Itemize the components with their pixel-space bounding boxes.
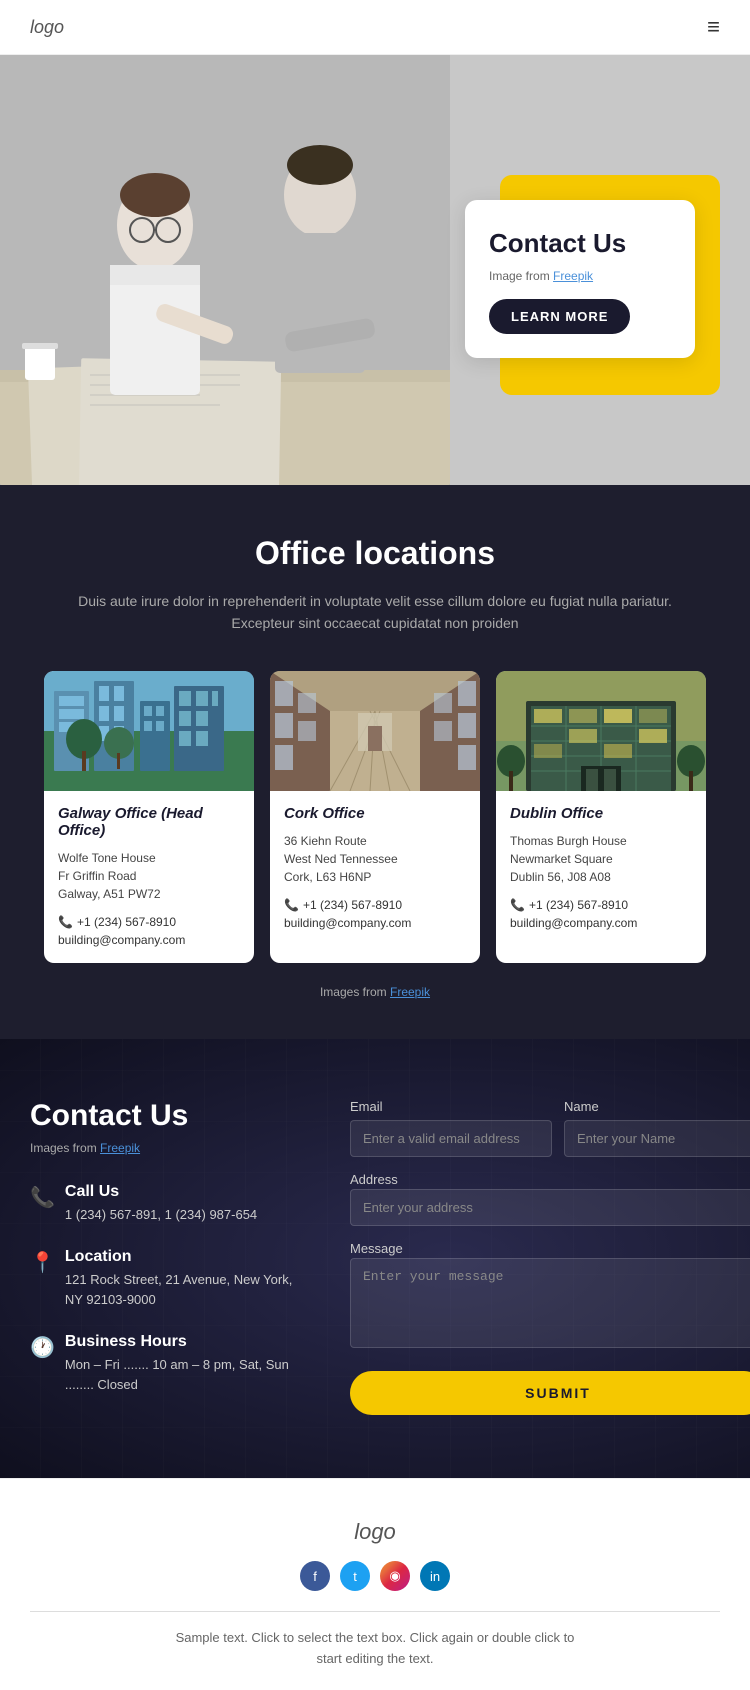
location-value: 121 Rock Street, 21 Avenue, New York, NY… xyxy=(65,1270,310,1309)
email-input[interactable] xyxy=(350,1120,552,1157)
cork-card-body: Cork Office 36 Kiehn Route West Ned Tenn… xyxy=(270,791,480,946)
linkedin-icon[interactable]: in xyxy=(420,1561,450,1591)
call-us-value: 1 (234) 567-891, 1 (234) 987-654 xyxy=(65,1205,257,1225)
office-card-dublin: Dublin Office Thomas Burgh House Newmark… xyxy=(496,671,706,963)
contact-left-panel: Contact Us Images from Freepik 📞 Call Us… xyxy=(30,1099,310,1419)
contact-form: Email Name Address Message SUBMIT xyxy=(350,1099,750,1419)
phone-icon: 📞 xyxy=(30,1185,55,1210)
dublin-office-image xyxy=(496,671,706,791)
location-label: Location xyxy=(65,1248,310,1266)
form-row-email-name: Email Name xyxy=(350,1099,750,1157)
contact-heading: Contact Us xyxy=(30,1099,310,1133)
name-label: Name xyxy=(564,1099,750,1114)
hours-label: Business Hours xyxy=(65,1333,310,1351)
address-label: Address xyxy=(350,1172,398,1187)
cork-email: building@company.com xyxy=(284,916,466,930)
galway-email: building@company.com xyxy=(58,933,240,947)
nav-logo: logo xyxy=(30,17,64,38)
galway-office-name: Galway Office (Head Office) xyxy=(58,805,240,839)
galway-office-image xyxy=(44,671,254,791)
dublin-email: building@company.com xyxy=(510,916,692,930)
contact-hours: 🕐 Business Hours Mon – Fri ....... 10 am… xyxy=(30,1333,310,1394)
learn-more-button[interactable]: LEARN MORE xyxy=(489,299,630,334)
cork-phone: 📞+1 (234) 567-8910 xyxy=(284,898,466,912)
call-us-label: Call Us xyxy=(65,1183,257,1201)
offices-freepik-link[interactable]: Freepik xyxy=(390,985,430,999)
galway-phone: 📞+1 (234) 567-8910 xyxy=(58,915,240,929)
footer-socials: f t ◉ in xyxy=(300,1561,450,1591)
submit-button[interactable]: SUBMIT xyxy=(350,1371,750,1415)
offices-description: Duis aute irure dolor in reprehenderit i… xyxy=(75,590,675,635)
offices-title: Office locations xyxy=(30,535,720,572)
form-group-address: Address xyxy=(350,1171,750,1226)
message-label: Message xyxy=(350,1241,403,1256)
form-group-name: Name xyxy=(564,1099,750,1157)
dublin-office-address: Thomas Burgh House Newmarket Square Dubl… xyxy=(510,832,692,886)
twitter-icon[interactable]: t xyxy=(340,1561,370,1591)
office-card-galway: Galway Office (Head Office) Wolfe Tone H… xyxy=(44,671,254,963)
hours-value: Mon – Fri ....... 10 am – 8 pm, Sat, Sun… xyxy=(65,1355,310,1394)
footer-logo: logo xyxy=(354,1519,396,1545)
contact-freepik-link[interactable]: Freepik xyxy=(100,1141,140,1155)
facebook-icon[interactable]: f xyxy=(300,1561,330,1591)
offices-image-credit: Images from Freepik xyxy=(30,985,720,999)
hero-people-bg xyxy=(0,55,450,485)
galway-card-body: Galway Office (Head Office) Wolfe Tone H… xyxy=(44,791,254,963)
contact-call-us: 📞 Call Us 1 (234) 567-891, 1 (234) 987-6… xyxy=(30,1183,310,1225)
galway-office-address: Wolfe Tone House Fr Griffin Road Galway,… xyxy=(58,849,240,903)
hero-contact-title: Contact Us xyxy=(489,228,671,259)
hero-section: Contact Us Image from Freepik LEARN MORE xyxy=(0,55,750,485)
contact-location: 📍 Location 121 Rock Street, 21 Avenue, N… xyxy=(30,1248,310,1309)
dublin-office-name: Dublin Office xyxy=(510,805,692,822)
address-input[interactable] xyxy=(350,1189,750,1226)
hero-contact-card: Contact Us Image from Freepik LEARN MORE xyxy=(465,200,695,358)
email-label: Email xyxy=(350,1099,552,1114)
form-group-email: Email xyxy=(350,1099,552,1157)
office-card-cork: Cork Office 36 Kiehn Route West Ned Tenn… xyxy=(270,671,480,963)
clock-icon: 🕐 xyxy=(30,1335,55,1360)
dublin-card-body: Dublin Office Thomas Burgh House Newmark… xyxy=(496,791,706,946)
instagram-icon[interactable]: ◉ xyxy=(380,1561,410,1591)
footer-divider xyxy=(30,1611,720,1612)
footer: logo f t ◉ in Sample text. Click to sele… xyxy=(0,1478,750,1690)
hero-freepik-link[interactable]: Freepik xyxy=(553,269,593,283)
navbar: logo ≡ xyxy=(0,0,750,55)
hero-image-credit: Image from Freepik xyxy=(489,269,671,283)
offices-cards-container: Galway Office (Head Office) Wolfe Tone H… xyxy=(30,671,720,963)
cork-office-name: Cork Office xyxy=(284,805,466,822)
cork-office-address: 36 Kiehn Route West Ned Tennessee Cork, … xyxy=(284,832,466,886)
footer-sample-text: Sample text. Click to select the text bo… xyxy=(175,1628,575,1670)
hamburger-menu-icon[interactable]: ≡ xyxy=(707,14,720,40)
message-textarea[interactable] xyxy=(350,1258,750,1348)
dublin-phone: 📞+1 (234) 567-8910 xyxy=(510,898,692,912)
contact-images-credit: Images from Freepik xyxy=(30,1141,310,1155)
form-group-message: Message xyxy=(350,1240,750,1353)
location-icon: 📍 xyxy=(30,1250,55,1275)
cork-office-image xyxy=(270,671,480,791)
name-input[interactable] xyxy=(564,1120,750,1157)
contact-section: Contact Us Images from Freepik 📞 Call Us… xyxy=(0,1039,750,1479)
offices-section: Office locations Duis aute irure dolor i… xyxy=(0,485,750,1039)
